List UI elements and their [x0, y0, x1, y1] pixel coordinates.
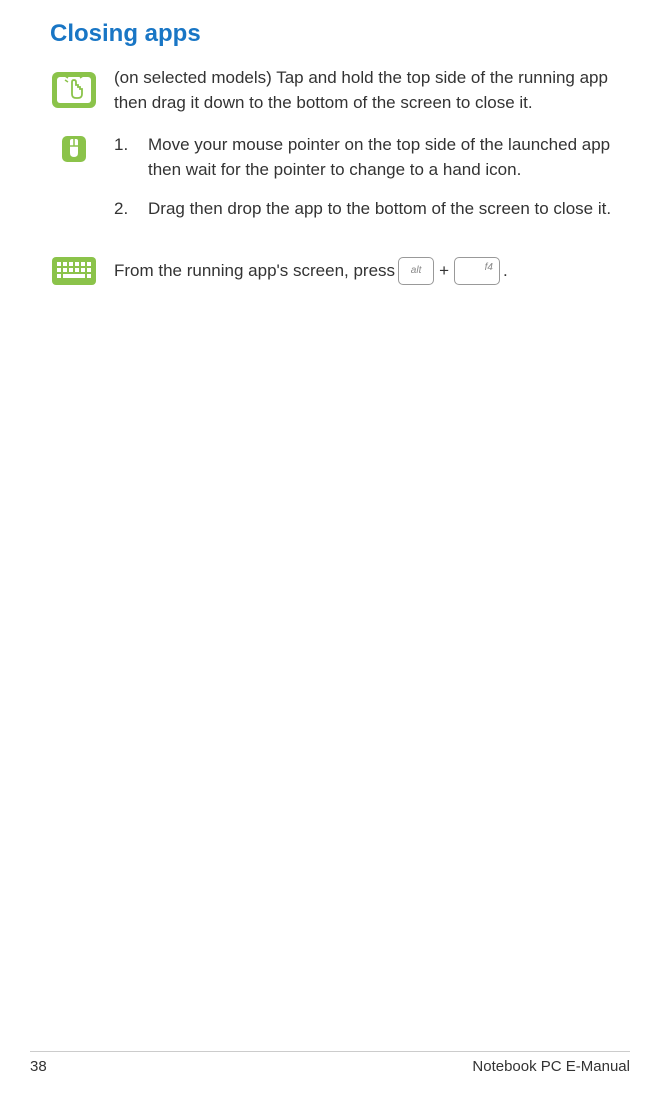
- touch-text: (on selected models) Tap and hold the to…: [114, 66, 620, 115]
- keyboard-icon: [50, 253, 98, 289]
- list-number: 2.: [114, 197, 148, 222]
- alt-key: alt: [398, 257, 434, 285]
- plus-sign: +: [439, 259, 449, 284]
- list-number: 1.: [114, 133, 148, 182]
- touch-icon: [50, 66, 98, 114]
- page-title: Closing apps: [50, 20, 620, 48]
- page-number: 38: [30, 1058, 47, 1075]
- mouse-steps-list: 1. Move your mouse pointer on the top si…: [114, 133, 620, 221]
- keyboard-section: From the running app's screen, press alt…: [50, 253, 620, 289]
- doc-name: Notebook PC E-Manual: [472, 1058, 630, 1075]
- list-item: 1. Move your mouse pointer on the top si…: [114, 133, 620, 182]
- mouse-icon: [58, 133, 90, 165]
- footer: 38 Notebook PC E-Manual: [30, 1051, 630, 1075]
- keyboard-prefix: From the running app's screen, press: [114, 259, 395, 284]
- touch-section: (on selected models) Tap and hold the to…: [50, 66, 620, 115]
- f4-key: f4: [454, 257, 500, 285]
- list-text: Drag then drop the app to the bottom of …: [148, 197, 620, 222]
- list-text: Move your mouse pointer on the top side …: [148, 133, 620, 182]
- mouse-section: 1. Move your mouse pointer on the top si…: [50, 133, 620, 235]
- list-item: 2. Drag then drop the app to the bottom …: [114, 197, 620, 222]
- keyboard-suffix: .: [503, 259, 508, 284]
